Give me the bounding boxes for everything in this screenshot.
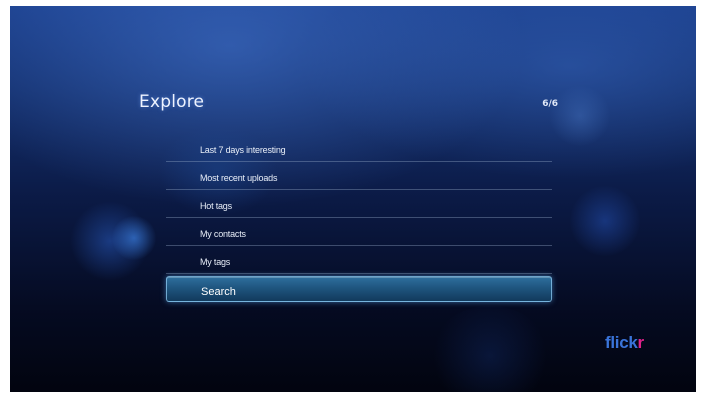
menu-item-last-7-days-interesting[interactable]: Last 7 days interesting [166,134,552,162]
menu-item-most-recent-uploads[interactable]: Most recent uploads [166,162,552,190]
menu-item-label: Hot tags [200,201,232,211]
bokeh-light [550,86,610,146]
page-title: Explore [139,92,205,112]
explore-menu: Last 7 days interesting Most recent uplo… [166,134,552,302]
menu-item-label: Most recent uploads [200,173,278,183]
logo-text-part: r [637,333,645,352]
menu-item-label: My tags [200,257,231,267]
menu-item-hot-tags[interactable]: Hot tags [166,190,552,218]
logo-text-part: flick [605,333,638,352]
menu-item-my-contacts[interactable]: My contacts [166,218,552,246]
bokeh-light [112,216,156,260]
bokeh-light [70,201,150,281]
menu-item-my-tags[interactable]: My tags [166,246,552,274]
menu-item-label: Last 7 days interesting [200,145,286,155]
bokeh-light [430,306,550,392]
tv-screen: Explore 6/6 Last 7 days interesting Most… [10,6,696,392]
menu-item-label: Search [201,286,236,298]
menu-item-search[interactable]: Search [166,276,552,302]
flickr-logo: flickr [605,333,644,353]
menu-item-label: My contacts [200,229,246,239]
page-counter: 6/6 [542,99,558,109]
bokeh-light [570,186,640,256]
